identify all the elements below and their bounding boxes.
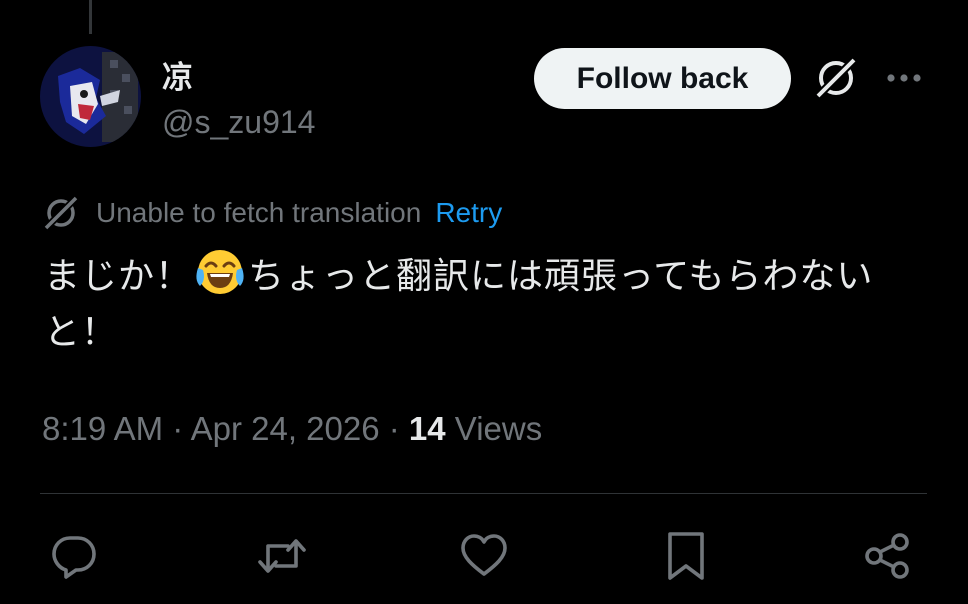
- like-icon: [461, 534, 507, 576]
- thread-connector-line: [89, 0, 92, 34]
- meta-separator: ·: [379, 410, 409, 447]
- bookmark-button[interactable]: [660, 530, 712, 582]
- views-label: Views: [445, 410, 543, 447]
- divider: [40, 493, 927, 494]
- views-count[interactable]: 14: [409, 410, 446, 447]
- bookmark-icon: [668, 532, 704, 580]
- tweet-text-part-1: まじか！: [44, 256, 193, 297]
- repost-icon: [258, 539, 306, 573]
- face-with-tears-of-joy-emoji-icon: [194, 246, 246, 298]
- meta-separator: ·: [163, 410, 191, 447]
- translation-status-text: Unable to fetch translation: [96, 197, 422, 228]
- tweet-text: まじか！ ちょっと翻訳には頑張ってもらわないと！: [44, 246, 924, 361]
- grok-icon[interactable]: [812, 56, 860, 100]
- tweet-meta: 8:19 AM · Apr 24, 2026 · 14 Views: [42, 410, 542, 448]
- share-button[interactable]: [862, 530, 914, 582]
- tweet-time[interactable]: 8:19 AM: [42, 410, 163, 447]
- more-options-icon[interactable]: [884, 64, 924, 92]
- author-handle[interactable]: @s_zu914: [162, 104, 315, 141]
- author-display-name[interactable]: 凉: [162, 52, 193, 97]
- retry-link[interactable]: Retry: [435, 197, 502, 229]
- share-icon: [865, 533, 909, 579]
- tweet-date[interactable]: Apr 24, 2026: [191, 410, 380, 447]
- like-button[interactable]: [458, 530, 510, 582]
- reply-button[interactable]: [48, 530, 100, 582]
- repost-button[interactable]: [256, 530, 308, 582]
- avatar[interactable]: [40, 46, 141, 147]
- follow-back-button[interactable]: Follow back: [534, 48, 791, 109]
- translation-status: Unable to fetch translation Retry: [42, 194, 502, 232]
- grok-icon: [42, 194, 80, 232]
- reply-icon: [52, 536, 96, 579]
